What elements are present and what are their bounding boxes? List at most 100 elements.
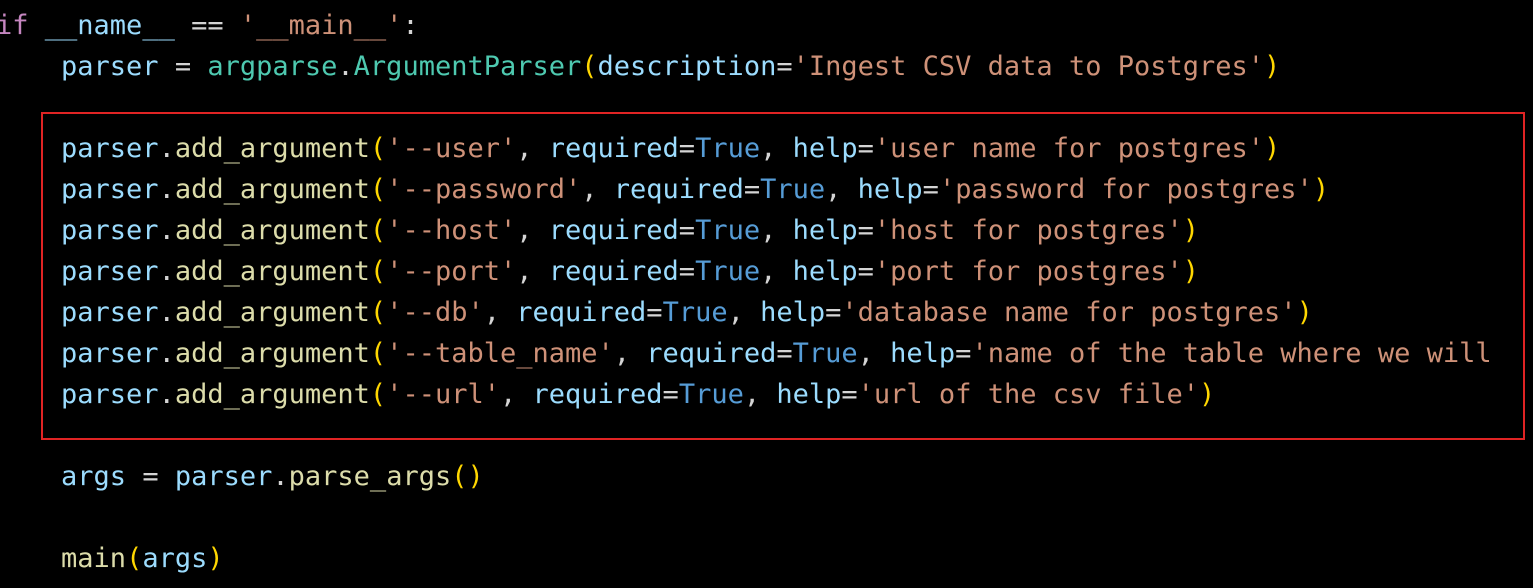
- code-token-bracket-level1: ): [1199, 379, 1216, 410]
- code-token-plain: =: [646, 297, 663, 328]
- code-token-plain: =: [955, 338, 972, 369]
- code-token-function: add_argument: [174, 379, 370, 410]
- code-line[interactable]: [0, 87, 1492, 128]
- code-token-plain: =: [857, 133, 874, 164]
- code-token-plain: :: [402, 10, 419, 41]
- code-token-string: '__main__': [239, 10, 403, 41]
- code-token-plain: ,: [760, 215, 793, 246]
- code-token-variable: help: [792, 133, 858, 164]
- code-token-string: 'name of the table where we will: [971, 338, 1492, 369]
- code-token-variable: required: [516, 297, 647, 328]
- code-token-function: main: [61, 543, 127, 574]
- code-token-plain: ,: [760, 133, 793, 164]
- code-token-bracket-level1: (: [581, 51, 598, 82]
- code-token-plain: =: [841, 379, 858, 410]
- code-token-variable: required: [613, 174, 744, 205]
- code-token-string: 'database name for postgres': [841, 297, 1297, 328]
- code-token-bracket-level1: (: [369, 133, 387, 164]
- code-token-plain: ,: [516, 133, 549, 164]
- code-line[interactable]: parser.add_argument('--table_name', requ…: [0, 333, 1492, 374]
- code-line[interactable]: parser.add_argument('--port', required=T…: [0, 251, 1492, 292]
- code-token-plain: ,: [760, 256, 793, 287]
- code-token-string: '--password': [386, 174, 582, 205]
- code-token-plain: ,: [727, 297, 761, 328]
- code-token-bracket-level1: ): [1182, 256, 1200, 287]
- code-token-plain: =: [825, 297, 842, 328]
- code-token-string: 'host for postgres': [873, 215, 1183, 246]
- code-line[interactable]: main(args): [0, 538, 1492, 579]
- code-token-variable: parser: [61, 338, 159, 369]
- code-token-bracket-level1: ): [1312, 174, 1330, 205]
- code-token-plain: =: [678, 256, 696, 287]
- code-token-string: '--port': [386, 256, 517, 287]
- code-token-plain: =: [678, 215, 696, 246]
- code-token-plain: =: [743, 174, 761, 205]
- code-token-plain: ,: [613, 338, 647, 369]
- code-token-string: 'password for postgres': [938, 174, 1313, 205]
- code-token-bracket-level1: (: [369, 174, 387, 205]
- code-token-constant: True: [760, 174, 826, 205]
- code-token-plain: ,: [743, 379, 777, 410]
- code-token-plain: =: [922, 174, 939, 205]
- code-line[interactable]: if __name__ == '__main__':: [0, 5, 1492, 46]
- code-token-bracket-level1: ): [207, 543, 224, 574]
- code-token-bracket-level1: ): [1264, 51, 1281, 82]
- code-token-function: add_argument: [174, 174, 370, 205]
- code-token-plain: ,: [825, 174, 858, 205]
- code-token-class: argparse: [207, 51, 338, 82]
- code-token-variable: required: [548, 133, 679, 164]
- code-token-string: '--db': [386, 297, 484, 328]
- code-token-bracket-level1: (: [369, 379, 387, 410]
- code-token-variable: help: [792, 215, 858, 246]
- code-token-plain: .: [158, 297, 175, 328]
- code-token-plain: ,: [516, 215, 549, 246]
- code-token-variable: args: [142, 543, 208, 574]
- code-token-plain: =: [662, 379, 679, 410]
- code-line[interactable]: args = parser.parse_args(): [0, 456, 1492, 497]
- code-token-plain: =: [678, 133, 696, 164]
- code-token-function: add_argument: [174, 297, 370, 328]
- code-token-variable: parser: [61, 256, 159, 287]
- code-line[interactable]: [0, 415, 1492, 456]
- code-token-variable: parser: [61, 297, 159, 328]
- code-token-variable: help: [776, 379, 842, 410]
- code-token-constant: True: [695, 256, 761, 287]
- code-token-variable: help: [760, 297, 826, 328]
- code-token-class: ArgumentParser: [353, 51, 582, 82]
- code-line[interactable]: parser = argparse.ArgumentParser(descrip…: [0, 46, 1492, 87]
- code-line[interactable]: parser.add_argument('--password', requir…: [0, 169, 1492, 210]
- code-token-variable: help: [857, 174, 923, 205]
- code-token-plain: =: [776, 51, 793, 82]
- code-token-plain: .: [158, 338, 175, 369]
- code-token-variable: __name__: [44, 10, 175, 41]
- code-token-bracket-level1: (): [451, 461, 484, 492]
- code-token-variable: parser: [61, 215, 159, 246]
- code-line[interactable]: parser.add_argument('--db', required=Tru…: [0, 292, 1492, 333]
- code-token-plain: .: [158, 133, 175, 164]
- code-token-plain: ==: [174, 10, 240, 41]
- code-line[interactable]: parser.add_argument('--host', required=T…: [0, 210, 1492, 251]
- code-token-bracket-level1: ): [1296, 297, 1313, 328]
- code-content[interactable]: if __name__ == '__main__': parser = argp…: [0, 5, 1492, 579]
- code-token-string: '--url': [386, 379, 500, 410]
- code-line[interactable]: parser.add_argument('--user', required=T…: [0, 128, 1492, 169]
- code-token-keyword: if: [0, 10, 29, 41]
- code-token-variable: required: [548, 256, 679, 287]
- code-line[interactable]: [0, 497, 1492, 538]
- code-token-bracket-level1: (: [369, 215, 387, 246]
- code-token-function: add_argument: [174, 133, 370, 164]
- code-token-bracket-level1: (: [369, 297, 387, 328]
- code-token-plain: ,: [857, 338, 891, 369]
- code-token-constant: True: [792, 338, 858, 369]
- code-token-plain: =: [857, 215, 874, 246]
- code-line[interactable]: parser.add_argument('--url', required=Tr…: [0, 374, 1492, 415]
- code-token-variable: parser: [174, 461, 273, 492]
- code-token-plain: =: [126, 461, 175, 492]
- code-token-string: 'url of the csv file': [857, 379, 1200, 410]
